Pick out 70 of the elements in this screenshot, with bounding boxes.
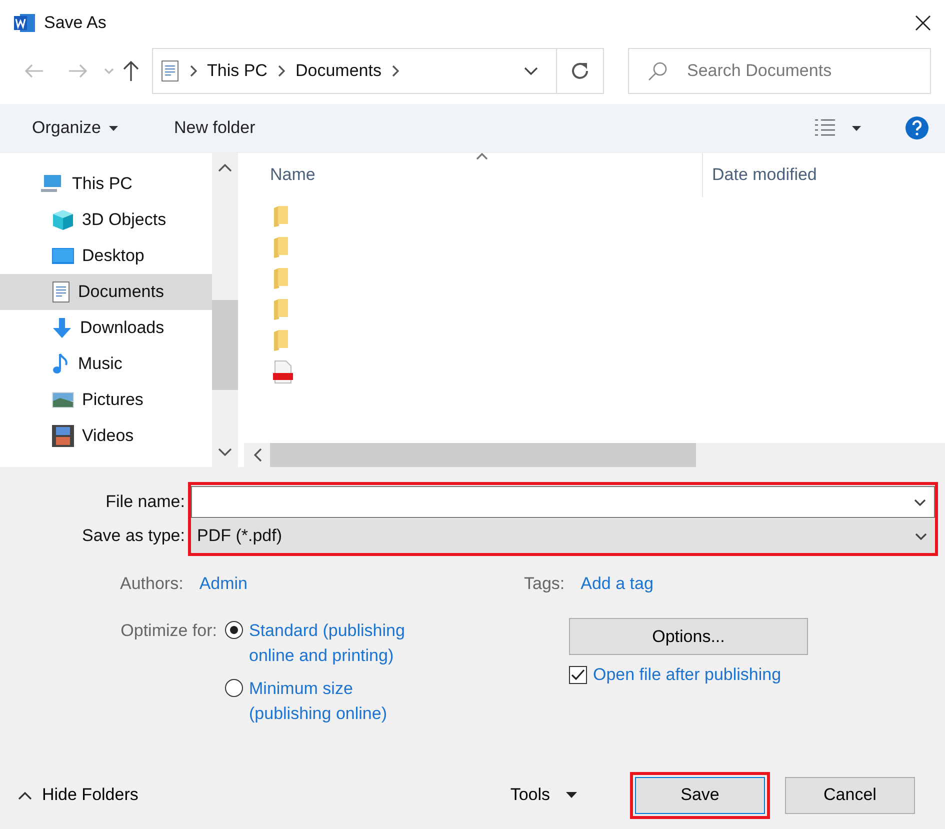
- chevron-up-icon: [18, 790, 32, 800]
- chevron-down-icon[interactable]: [524, 66, 538, 76]
- folder-icon: [273, 236, 289, 258]
- view-list-icon[interactable]: [814, 118, 836, 138]
- field-label: File name:: [106, 492, 185, 512]
- open-after-checkbox[interactable]: Open file after publishing: [569, 665, 808, 685]
- hide-folders-button[interactable]: Hide Folders: [18, 785, 138, 805]
- up-arrow-icon[interactable]: [122, 60, 140, 82]
- chevron-right-icon: [189, 65, 197, 77]
- folder-icon: [273, 298, 289, 320]
- chevron-right-icon: [277, 65, 286, 77]
- tags-link[interactable]: Add a tag: [580, 574, 654, 594]
- folder-icon: [273, 267, 289, 289]
- horizontal-scrollbar[interactable]: [244, 443, 945, 467]
- cube-icon: [52, 209, 74, 231]
- breadcrumb[interactable]: Documents: [295, 61, 382, 81]
- nav-item[interactable]: Downloads: [0, 310, 212, 346]
- document-icon: [161, 60, 179, 82]
- authors-label: Authors:: [120, 574, 184, 594]
- caret-icon[interactable]: [852, 126, 861, 130]
- picture-icon: [52, 392, 74, 408]
- new-folder-button[interactable]: New folder: [158, 112, 272, 144]
- computer-icon: [40, 174, 64, 194]
- nav-item[interactable]: Documents: [0, 274, 212, 310]
- chevron-left-icon[interactable]: [252, 448, 262, 462]
- window-title: Save As: [44, 13, 108, 33]
- file-type-dropdown[interactable]: PDF (*.pdf): [191, 519, 935, 553]
- column-header[interactable]: Date modified: [702, 153, 945, 197]
- chevron-right-icon: [391, 65, 400, 77]
- help-icon[interactable]: [905, 116, 929, 140]
- document-icon: [52, 281, 70, 303]
- music-note-icon: [52, 353, 70, 375]
- chevron-down-icon[interactable]: [218, 448, 232, 457]
- nav-item[interactable]: Music: [0, 346, 212, 382]
- folder-icon: [273, 205, 289, 227]
- authors-link[interactable]: Admin: [199, 574, 248, 594]
- caret-icon: [108, 126, 118, 130]
- tags-label: Tags:: [524, 574, 565, 594]
- down-arrow-icon: [52, 317, 72, 339]
- caret-icon: [566, 792, 577, 798]
- nav-item[interactable]: 3D Objects: [0, 202, 212, 238]
- nav-item[interactable]: Pictures: [0, 382, 212, 418]
- chevron-down-icon[interactable]: [914, 498, 926, 506]
- column-header[interactable]: Name: [244, 153, 702, 197]
- optimize-label: Optimize for:: [120, 620, 218, 642]
- desktop-icon: [52, 248, 74, 264]
- options-button[interactable]: Options...: [569, 618, 808, 655]
- address-bar[interactable]: This PC Documents: [152, 48, 604, 94]
- close-icon[interactable]: [915, 15, 931, 31]
- pdf-file-icon: [273, 360, 293, 384]
- breadcrumb[interactable]: This PC: [207, 61, 268, 81]
- radio-option[interactable]: Minimum size (publishing online): [225, 676, 561, 726]
- chevron-down-icon: [915, 532, 927, 540]
- search-field[interactable]: Search Documents: [628, 48, 931, 94]
- refresh-icon[interactable]: [571, 62, 589, 80]
- field-label: Save as type:: [82, 526, 185, 546]
- film-strip-icon: [52, 425, 74, 447]
- file-name-field[interactable]: [191, 486, 935, 518]
- sort-chevron-icon: [476, 153, 488, 160]
- vertical-scrollbar[interactable]: [212, 153, 238, 467]
- dialog-button[interactable]: Cancel: [785, 776, 915, 814]
- nav-item[interactable]: This PC: [0, 166, 212, 202]
- nav-item[interactable]: Desktop: [0, 238, 212, 274]
- radio-option[interactable]: Standard (publishing online and printing): [225, 618, 561, 668]
- nav-item[interactable]: Videos: [0, 418, 212, 454]
- tools-menu[interactable]: Tools: [504, 784, 583, 806]
- chevron-up-icon[interactable]: [218, 163, 232, 172]
- folder-icon: [273, 329, 289, 351]
- word-logo-icon: [14, 12, 36, 34]
- organize-menu[interactable]: Organize: [16, 112, 134, 144]
